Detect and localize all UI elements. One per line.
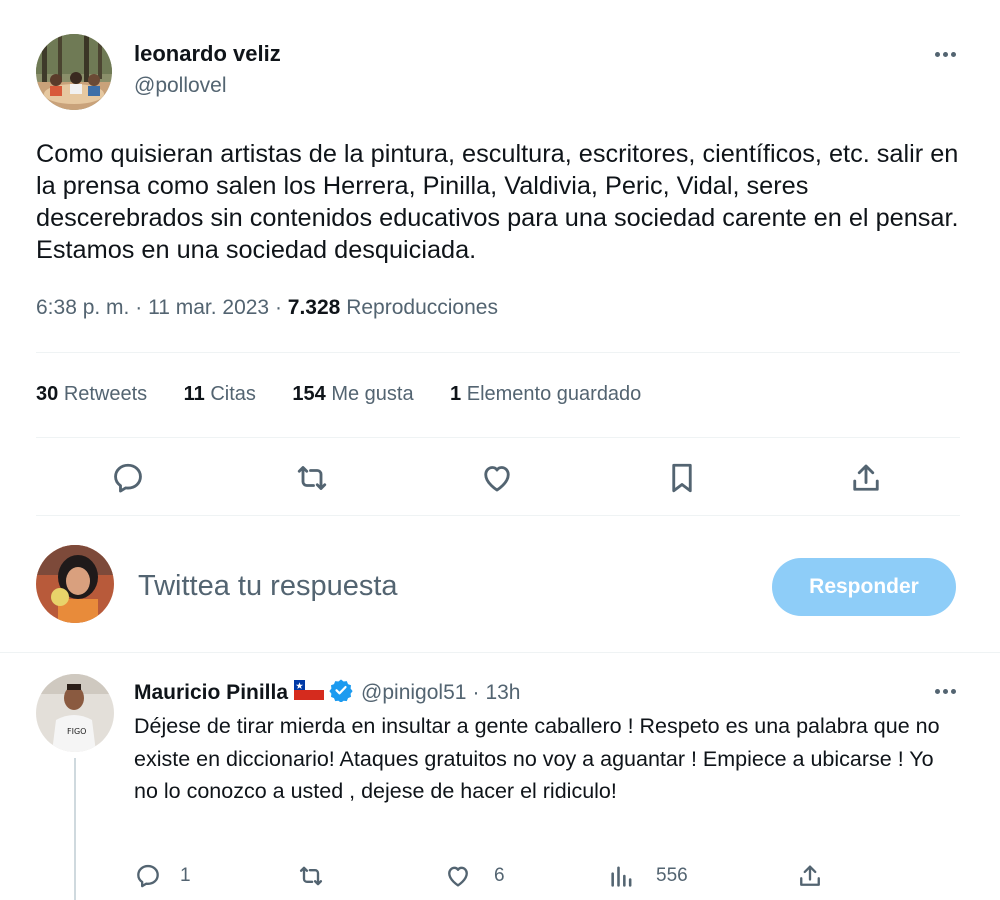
share-icon <box>800 865 820 886</box>
more-icon <box>934 51 940 57</box>
reply-input[interactable]: Twittea tu respuesta <box>138 570 398 603</box>
retweet-icon <box>297 466 327 490</box>
tweet-text: Como quisieran artistas de la pintura, e… <box>36 140 959 264</box>
responder-button-label: Responder <box>809 575 919 598</box>
reply-author-handle[interactable]: @pinigol51 <box>361 681 466 705</box>
reply-text: Déjese de tirar mierda en insultar a gen… <box>134 714 940 803</box>
like-count: 6 <box>494 865 505 886</box>
author-handle[interactable]: @pollovel <box>134 74 227 98</box>
bookmark-button[interactable] <box>664 460 700 496</box>
reply-icon <box>114 463 142 493</box>
reply-author-name[interactable]: Mauricio Pinilla <box>134 681 288 705</box>
reply-time[interactable]: 13h <box>485 681 520 705</box>
divider <box>36 352 960 353</box>
share-icon <box>853 464 879 491</box>
like-icon <box>484 466 510 492</box>
share-button[interactable] <box>848 460 884 496</box>
bookmarks-stat[interactable]: 1 Elemento guardado <box>450 383 641 406</box>
tweet-stats: 30 Retweets 11 Citas 154 Me gusta 1 Elem… <box>36 383 673 406</box>
reply-like-button[interactable]: 6 <box>444 862 505 890</box>
verified-icon <box>329 678 353 708</box>
retweet-button[interactable] <box>294 460 330 496</box>
views-label: Reproducciones <box>346 296 498 319</box>
tweet-date[interactable]: 11 mar. 2023 <box>148 296 269 319</box>
thread-line <box>74 758 76 900</box>
reply-retweet-button[interactable] <box>296 862 326 895</box>
like-icon <box>448 866 468 887</box>
views-icon <box>611 866 632 887</box>
reply-share-button[interactable] <box>796 862 824 895</box>
chile-flag-icon <box>294 680 325 706</box>
divider <box>0 652 1000 653</box>
reply-more-options-button[interactable] <box>930 681 960 701</box>
retweets-stat[interactable]: 30 Retweets <box>36 383 147 406</box>
more-options-button[interactable] <box>930 44 960 64</box>
tweet-meta: 6:38 p. m. · 11 mar. 2023 · 7.328 Reprod… <box>36 296 498 319</box>
reply-views-button[interactable]: 556 <box>608 862 688 890</box>
more-icon <box>934 688 940 694</box>
tweet-time[interactable]: 6:38 p. m. <box>36 296 129 319</box>
author-name[interactable]: leonardo veliz <box>134 41 281 67</box>
author-avatar[interactable] <box>36 34 112 110</box>
reply-icon <box>137 864 159 888</box>
views-count: 556 <box>656 865 688 886</box>
bookmark-icon <box>672 463 692 493</box>
reply-author-avatar[interactable]: FIGO <box>36 674 114 752</box>
retweet-icon <box>299 866 323 886</box>
likes-stat[interactable]: 154 Me gusta <box>292 383 413 406</box>
responder-button[interactable]: Responder <box>772 558 956 616</box>
reply-reply-button[interactable]: 1 <box>134 862 191 890</box>
views-count: 7.328 <box>287 296 341 319</box>
divider <box>36 515 960 516</box>
current-user-avatar[interactable] <box>36 545 114 623</box>
like-button[interactable] <box>479 460 515 496</box>
reply-count: 1 <box>180 865 191 886</box>
reply-header: Mauricio Pinilla @pinigol51 · 13h <box>134 678 520 708</box>
divider <box>36 437 960 438</box>
reply-button[interactable] <box>110 460 146 496</box>
quotes-stat[interactable]: 11 Citas <box>184 383 256 406</box>
svg-text:FIGO: FIGO <box>67 727 86 736</box>
